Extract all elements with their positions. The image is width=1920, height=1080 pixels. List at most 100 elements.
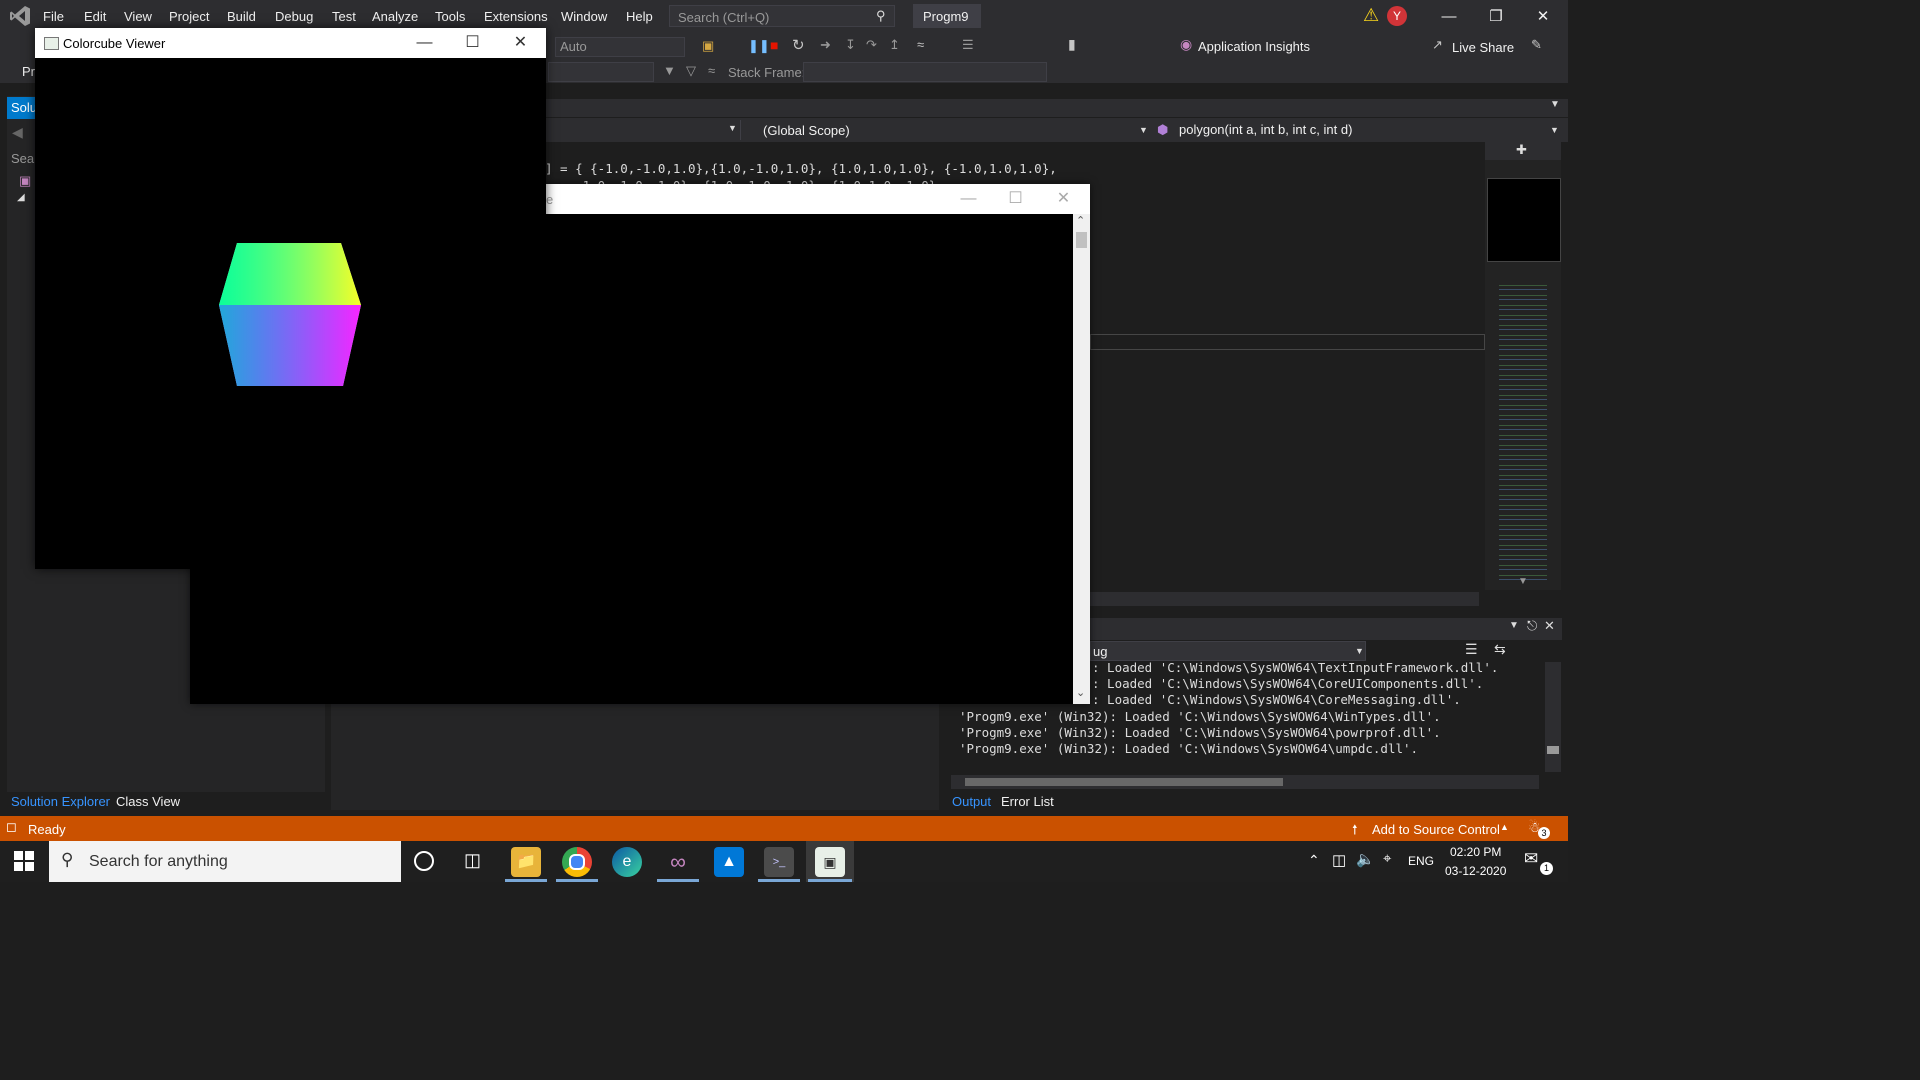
vs-minimize-button[interactable]: — xyxy=(1426,4,1472,30)
scroll-thumb[interactable] xyxy=(1076,232,1087,248)
vs-restore-button[interactable]: ❐ xyxy=(1473,4,1519,30)
step-over-icon[interactable]: ↷ xyxy=(866,37,877,53)
pause-icon[interactable]: ❚❚ xyxy=(748,38,770,54)
step-into-icon[interactable]: ↧ xyxy=(845,37,856,53)
panel-menu-icon[interactable]: ▼ xyxy=(1509,620,1519,631)
app-insights-button[interactable]: Application Insights xyxy=(1198,39,1310,54)
visual-studio-logo-icon[interactable] xyxy=(9,5,31,27)
colorcube-window[interactable]: Colorcube Viewer — ☐ ✕ xyxy=(35,28,546,569)
menu-analyze[interactable]: Analyze xyxy=(372,9,418,24)
terminal-icon[interactable]: >_ xyxy=(764,847,794,877)
thread-dropdown[interactable] xyxy=(548,62,654,82)
editor-hscrollbar[interactable] xyxy=(1089,592,1479,606)
bookmark-icon[interactable]: ▮ xyxy=(1068,36,1076,53)
battery-icon[interactable]: ◫ xyxy=(1332,851,1346,869)
colorcube-taskbar-icon[interactable]: ▣ xyxy=(815,847,845,877)
lightbulb-icon[interactable]: ◉ xyxy=(1180,36,1192,53)
show-hidden-icons-icon[interactable]: ⌃ xyxy=(1308,852,1320,869)
action-center-icon[interactable]: ✉ xyxy=(1524,849,1538,869)
scroll-up-icon[interactable]: ⌃ xyxy=(1076,214,1085,227)
tab-class-view[interactable]: Class View xyxy=(116,794,180,809)
file-explorer-icon[interactable]: 📁 xyxy=(511,847,541,877)
scroll-thumb[interactable] xyxy=(1547,746,1559,754)
output-panel-header: ▼ ⎋ ✕ xyxy=(1090,618,1562,640)
expand-arrow-icon[interactable]: ◢ xyxy=(17,192,25,203)
console-scrollbar[interactable]: ⌃ ⌄ xyxy=(1073,214,1090,704)
taskbar-search-input[interactable]: ⚲ Search for anything xyxy=(49,841,401,882)
tab-output[interactable]: Output xyxy=(952,794,991,809)
console-maximize-button[interactable]: ☐ xyxy=(992,184,1039,214)
config-dropdown[interactable]: Auto xyxy=(555,37,685,57)
console-minimize-button[interactable]: — xyxy=(945,184,992,214)
cortana-icon[interactable] xyxy=(414,851,434,871)
hot-reload-icon[interactable]: ≈ xyxy=(917,37,924,52)
show-next-statement-icon[interactable]: ➜ xyxy=(820,37,831,53)
output-hscrollbar[interactable] xyxy=(951,775,1539,789)
filter-icon[interactable]: ▼ xyxy=(663,63,676,78)
scope-dropdown[interactable]: (Global Scope) ▼ xyxy=(751,120,1148,140)
colorcube-title-bar[interactable]: Colorcube Viewer — ☐ ✕ xyxy=(35,28,546,58)
menu-project[interactable]: Project xyxy=(169,9,209,24)
console-close-button[interactable]: ✕ xyxy=(1040,184,1087,214)
split-handle[interactable]: ✚ xyxy=(1485,142,1561,160)
menu-file[interactable]: File xyxy=(43,9,64,24)
pin-icon[interactable]: ⎋ xyxy=(1527,618,1537,634)
task-view-icon[interactable]: ◫ xyxy=(464,850,481,871)
filter-clear-icon[interactable]: ▽ xyxy=(686,63,696,79)
menu-help[interactable]: Help xyxy=(626,9,653,24)
output-source-dropdown[interactable]: ug ▼ xyxy=(1090,641,1366,661)
process-icon[interactable]: ▣ xyxy=(702,38,714,54)
tab-error-list[interactable]: Error List xyxy=(1001,794,1054,809)
restart-icon[interactable]: ↻ xyxy=(792,36,805,54)
menu-edit[interactable]: Edit xyxy=(84,9,106,24)
format-icon[interactable]: ☰ xyxy=(962,37,974,53)
stack-frame-dropdown[interactable] xyxy=(803,62,1047,82)
code-minimap[interactable] xyxy=(1485,160,1561,590)
menu-tools[interactable]: Tools xyxy=(435,9,465,24)
clear-all-icon[interactable]: ☰ xyxy=(1465,641,1478,658)
menu-view[interactable]: View xyxy=(124,9,152,24)
close-icon[interactable]: ✕ xyxy=(1544,618,1555,634)
live-share-button[interactable]: Live Share xyxy=(1452,40,1514,55)
flag-icon[interactable]: ≈ xyxy=(708,63,715,78)
function-dropdown[interactable]: ⬢ polygon(int a, int b, int c, int d) ▼ xyxy=(1157,120,1567,140)
photos-icon[interactable]: ▲ xyxy=(714,847,744,877)
menu-build[interactable]: Build xyxy=(227,9,256,24)
vs-search-input[interactable]: Search (Ctrl+Q) ⚲ xyxy=(669,5,895,27)
editor-navigation-bar: ▼ (Global Scope) ▼ ⬢ polygon(int a, int … xyxy=(545,118,1568,142)
output-vscrollbar[interactable] xyxy=(1545,662,1561,772)
volume-icon[interactable]: 🔈 xyxy=(1356,850,1375,868)
vs-close-button[interactable]: ✕ xyxy=(1520,4,1566,30)
step-out-icon[interactable]: ↥ xyxy=(889,37,900,53)
language-indicator[interactable]: ENG xyxy=(1408,854,1434,868)
minimap-viewport[interactable] xyxy=(1487,178,1561,262)
warning-icon[interactable]: ⚠ xyxy=(1363,5,1379,26)
menu-window[interactable]: Window xyxy=(561,9,607,24)
colorcube-minimize-button[interactable]: — xyxy=(401,28,448,58)
scroll-down-icon[interactable]: ▼ xyxy=(1518,576,1528,587)
wifi-icon[interactable]: ⌖ xyxy=(1383,850,1391,867)
windows-start-icon[interactable] xyxy=(14,851,34,871)
colorcube-maximize-button[interactable]: ☐ xyxy=(449,28,496,58)
stop-icon[interactable]: ■ xyxy=(770,37,778,53)
word-wrap-icon[interactable]: ⇆ xyxy=(1494,641,1506,658)
menu-test[interactable]: Test xyxy=(332,9,356,24)
feedback-icon[interactable]: ✎ xyxy=(1531,37,1542,53)
menu-extensions[interactable]: Extensions xyxy=(484,9,548,24)
tab-list-icon[interactable]: ▼ xyxy=(1550,99,1560,110)
clock-time[interactable]: 02:20 PM xyxy=(1450,845,1501,859)
chrome-icon[interactable] xyxy=(562,847,592,877)
scroll-thumb[interactable] xyxy=(965,778,1283,786)
add-to-source-control-button[interactable]: Add to Source Control xyxy=(1372,822,1500,837)
menu-debug[interactable]: Debug xyxy=(275,9,313,24)
colorcube-close-button[interactable]: ✕ xyxy=(497,28,544,58)
back-icon[interactable]: ◀ xyxy=(12,124,23,141)
project-dropdown[interactable]: ▼ xyxy=(545,120,741,140)
tab-solution-explorer-bottom[interactable]: Solution Explorer xyxy=(11,794,110,809)
visual-studio-taskbar-icon[interactable]: ∞ xyxy=(663,847,693,877)
split-icon[interactable]: ✚ xyxy=(1516,142,1527,158)
clock-date[interactable]: 03-12-2020 xyxy=(1445,864,1506,878)
edge-icon[interactable]: e xyxy=(612,847,642,877)
avatar[interactable]: Y xyxy=(1387,6,1407,26)
scroll-down-icon[interactable]: ⌄ xyxy=(1076,686,1085,699)
